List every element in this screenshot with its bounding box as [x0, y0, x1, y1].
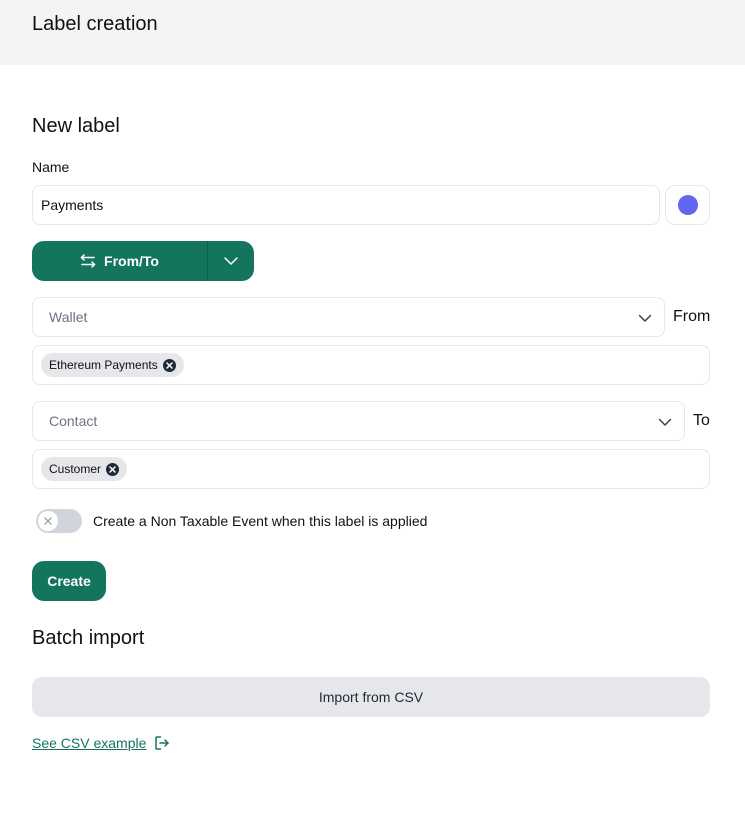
toggle-knob: [38, 511, 58, 531]
color-swatch: [678, 195, 698, 215]
close-icon: [109, 465, 116, 473]
name-input[interactable]: [32, 185, 660, 225]
from-label: From: [673, 308, 711, 325]
close-icon: [165, 361, 173, 369]
chip-label: Ethereum Payments: [49, 358, 158, 372]
create-button[interactable]: Create: [32, 561, 106, 601]
chip-label: Customer: [49, 462, 102, 476]
chevron-down-icon: [658, 418, 672, 426]
page-title: Label creation: [32, 13, 158, 35]
contact-select-value: Contact: [49, 413, 98, 429]
direction-dropdown-toggle[interactable]: [208, 241, 254, 281]
new-label-heading: New label: [32, 115, 120, 137]
csv-example-link-label: See CSV example: [32, 735, 147, 751]
to-chips-field[interactable]: Customer: [32, 449, 710, 489]
wallet-select[interactable]: Wallet: [32, 297, 665, 337]
remove-chip-button[interactable]: [162, 358, 176, 372]
from-chips-field[interactable]: Ethereum Payments: [32, 345, 710, 385]
color-picker-button[interactable]: [665, 185, 710, 225]
chip: Ethereum Payments: [41, 353, 184, 377]
to-label: To: [693, 412, 710, 429]
chevron-down-icon: [224, 257, 238, 265]
name-label: Name: [32, 159, 70, 175]
external-link-icon: [155, 736, 170, 750]
wallet-select-value: Wallet: [49, 309, 88, 325]
close-icon: [44, 517, 52, 525]
contact-select[interactable]: Contact: [32, 401, 685, 441]
from-to-label: From/To: [104, 253, 159, 269]
non-taxable-toggle-label: Create a Non Taxable Event when this lab…: [93, 513, 428, 529]
csv-example-link[interactable]: See CSV example: [32, 735, 170, 751]
from-to-button[interactable]: From/To: [32, 241, 207, 281]
import-csv-button[interactable]: Import from CSV: [32, 677, 710, 717]
swap-arrows-icon: [80, 254, 96, 268]
chip: Customer: [41, 457, 128, 481]
remove-chip-button[interactable]: [106, 462, 120, 476]
non-taxable-toggle[interactable]: [36, 509, 82, 533]
batch-import-heading: Batch import: [32, 627, 145, 649]
chevron-down-icon: [638, 314, 652, 322]
direction-split-button: From/To: [32, 241, 254, 281]
header-bar: Label creation: [0, 0, 745, 65]
